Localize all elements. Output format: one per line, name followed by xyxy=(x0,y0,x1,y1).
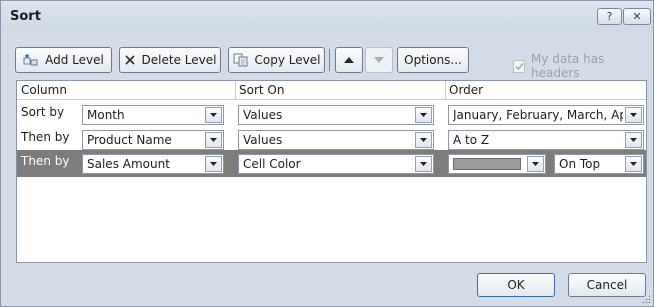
options-label: Options... xyxy=(404,53,462,67)
chevron-down-icon xyxy=(210,113,217,117)
column-dropdown[interactable]: Month xyxy=(82,105,224,125)
sort-on-dropdown[interactable]: Cell Color xyxy=(238,154,434,174)
triangle-up-icon xyxy=(344,57,354,63)
sort-on-dropdown[interactable]: Values xyxy=(238,105,434,125)
chevron-down-icon xyxy=(532,162,539,166)
headers-checkbox-wrap[interactable]: My data has headers xyxy=(513,52,645,80)
toolbar: Add Level Delete Level Copy Level Option… xyxy=(15,47,645,80)
position-value: On Top xyxy=(559,157,601,171)
copy-level-label: Copy Level xyxy=(254,53,321,67)
dropdown-arrow[interactable] xyxy=(205,132,222,148)
move-up-button[interactable] xyxy=(335,47,363,73)
order-dropdown[interactable]: A to Z xyxy=(448,130,644,150)
triangle-down-icon xyxy=(374,57,384,63)
order-value: A to Z xyxy=(453,133,490,147)
sort-dialog: Sort ? ✕ Add Level Delete Level Copy Lev… xyxy=(0,0,654,307)
toolbar-separator xyxy=(329,49,330,71)
checkmark-icon xyxy=(515,62,524,70)
order-color-dropdown[interactable] xyxy=(448,154,546,174)
column-dropdown[interactable]: Product Name xyxy=(82,130,224,150)
add-level-button[interactable]: Add Level xyxy=(15,47,112,73)
chevron-down-icon xyxy=(420,113,427,117)
cancel-label: Cancel xyxy=(586,278,628,292)
column-value: Month xyxy=(87,108,125,122)
column-value: Product Name xyxy=(87,133,172,147)
sort-on-dropdown[interactable]: Values xyxy=(238,130,434,150)
sort-on-header: Sort On xyxy=(239,83,285,97)
cancel-button[interactable]: Cancel xyxy=(568,273,646,297)
headers-checkbox[interactable] xyxy=(513,59,525,73)
sort-on-value: Values xyxy=(243,108,283,122)
dropdown-arrow[interactable] xyxy=(625,132,642,148)
order-dropdown[interactable]: January, February, March, April, xyxy=(448,105,644,125)
row-label: Then by xyxy=(21,130,70,144)
sort-level-row[interactable]: Then by Product Name Values A to Z xyxy=(17,126,646,153)
headers-checkbox-label: My data has headers xyxy=(530,52,605,80)
dialog-title: Sort xyxy=(10,9,41,24)
copy-icon xyxy=(233,53,248,67)
position-dropdown[interactable]: On Top xyxy=(554,154,644,174)
title-bar[interactable]: Sort ? ✕ xyxy=(1,1,653,31)
close-icon: ✕ xyxy=(632,10,642,23)
dropdown-arrow[interactable] xyxy=(415,132,432,148)
color-swatch xyxy=(453,158,521,170)
sort-levels-grid: Column Sort On Order Sort by Month Value… xyxy=(16,80,647,263)
delete-x-icon xyxy=(124,55,135,65)
chevron-down-icon xyxy=(420,162,427,166)
add-level-label: Add Level xyxy=(45,53,104,67)
order-header: Order xyxy=(449,83,484,97)
chevron-down-icon xyxy=(630,113,637,117)
row-label: Sort by xyxy=(21,105,65,119)
header-divider xyxy=(235,81,236,99)
help-icon: ? xyxy=(606,10,613,23)
sort-on-value: Values xyxy=(243,133,283,147)
options-button[interactable]: Options... xyxy=(397,47,469,73)
close-button[interactable]: ✕ xyxy=(623,8,651,25)
dropdown-arrow[interactable] xyxy=(625,156,642,172)
ok-label: OK xyxy=(507,278,525,292)
dropdown-arrow[interactable] xyxy=(415,107,432,123)
ok-button[interactable]: OK xyxy=(477,273,555,297)
delete-level-label: Delete Level xyxy=(141,53,217,67)
column-header: Column xyxy=(21,83,67,97)
sort-level-row-selected[interactable]: Then by Sales Amount Cell Color On Top xyxy=(17,150,646,177)
move-down-button[interactable] xyxy=(365,47,393,73)
column-value: Sales Amount xyxy=(87,157,170,171)
row-label: Then by xyxy=(21,154,70,168)
dropdown-arrow[interactable] xyxy=(415,156,432,172)
delete-level-button[interactable]: Delete Level xyxy=(119,47,221,73)
chevron-down-icon xyxy=(420,138,427,142)
chevron-down-icon xyxy=(630,138,637,142)
chevron-down-icon xyxy=(210,162,217,166)
column-dropdown[interactable]: Sales Amount xyxy=(82,154,224,174)
dropdown-arrow[interactable] xyxy=(527,156,544,172)
dropdown-arrow[interactable] xyxy=(625,107,642,123)
sort-level-row[interactable]: Sort by Month Values January, February, … xyxy=(17,101,646,128)
copy-level-button[interactable]: Copy Level xyxy=(228,47,325,73)
dropdown-arrow[interactable] xyxy=(205,107,222,123)
dropdown-arrow[interactable] xyxy=(205,156,222,172)
resize-grip-icon[interactable] xyxy=(642,295,651,304)
chevron-down-icon xyxy=(210,138,217,142)
grid-header: Column Sort On Order xyxy=(17,81,646,100)
sort-on-value: Cell Color xyxy=(243,157,301,171)
order-value: January, February, March, April, xyxy=(453,108,623,122)
chevron-down-icon xyxy=(630,162,637,166)
add-level-icon xyxy=(23,54,38,66)
help-button[interactable]: ? xyxy=(597,8,622,25)
header-divider xyxy=(445,81,446,99)
